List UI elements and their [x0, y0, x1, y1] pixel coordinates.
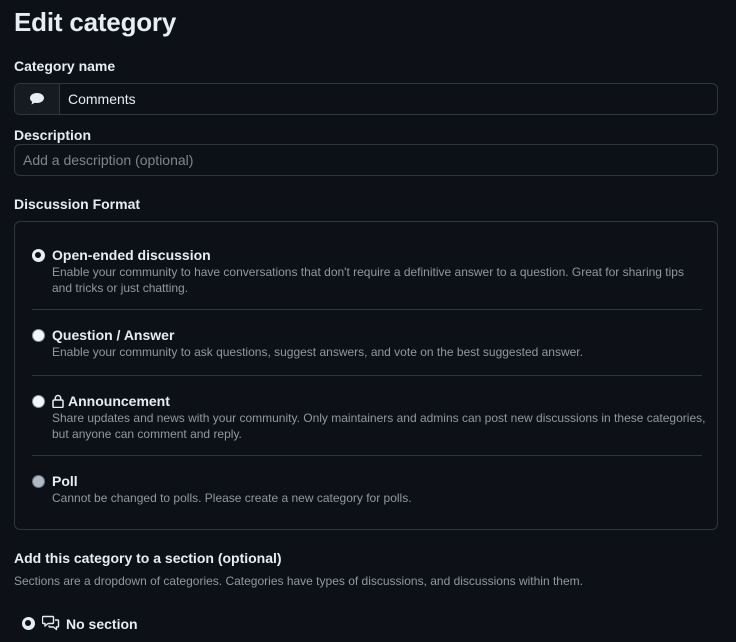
- radio-question-answer[interactable]: [32, 329, 45, 342]
- option-title: Question / Answer: [52, 327, 175, 343]
- category-name-label: Category name: [14, 58, 116, 74]
- option-description: Enable your community to have conversati…: [52, 265, 684, 295]
- category-name-group: [14, 83, 718, 115]
- option-title: Poll: [52, 473, 78, 489]
- description-label: Description: [14, 127, 92, 143]
- option-title: Announcement: [68, 393, 170, 409]
- section-option-none[interactable]: No section: [22, 615, 322, 635]
- lock-icon: [52, 394, 64, 408]
- option-description: Cannot be changed to polls. Please creat…: [52, 491, 412, 505]
- discussions-icon: [42, 615, 60, 631]
- option-description: Enable your community to ask questions, …: [52, 345, 583, 359]
- discussion-format-options: Open-ended discussion Enable your commun…: [14, 221, 718, 530]
- radio-announcement[interactable]: [32, 395, 45, 408]
- section-label: Add this category to a section (optional…: [14, 550, 282, 566]
- discussion-format-label: Discussion Format: [14, 196, 141, 212]
- emoji-picker-button[interactable]: [15, 84, 60, 114]
- category-name-input[interactable]: [60, 85, 717, 113]
- radio-open-ended[interactable]: [32, 249, 45, 262]
- radio-no-section[interactable]: [22, 617, 35, 630]
- speech-bubble-icon: [30, 93, 44, 105]
- divider: [32, 375, 702, 376]
- divider: [32, 309, 702, 310]
- option-description: Share updates and news with your communi…: [52, 411, 706, 441]
- option-title: No section: [66, 616, 138, 632]
- option-title-wrap: Announcement: [52, 393, 170, 409]
- radio-poll: [32, 475, 45, 488]
- section-description: Sections are a dropdown of categories. C…: [14, 574, 583, 588]
- divider: [32, 455, 702, 456]
- page-title: Edit category: [14, 7, 177, 37]
- description-input[interactable]: [14, 144, 718, 176]
- option-title: Open-ended discussion: [52, 247, 211, 263]
